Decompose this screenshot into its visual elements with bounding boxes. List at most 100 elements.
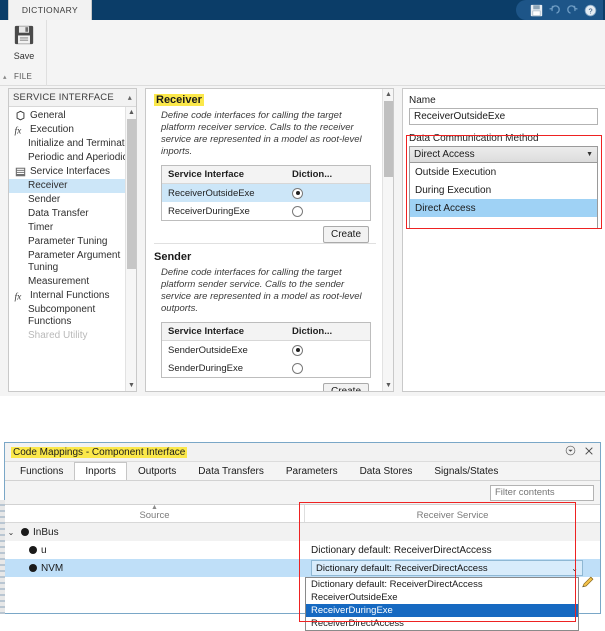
sidebar-item-general[interactable]: General: [9, 109, 136, 123]
save-icon[interactable]: [530, 4, 543, 17]
receiver-service-option[interactable]: ReceiverDirectAccess: [306, 617, 578, 630]
sidebar-item-internal-functions[interactable]: fx Internal Functions: [9, 289, 136, 303]
chevron-down-icon[interactable]: ⌄: [5, 528, 17, 537]
tab-data-transfers[interactable]: Data Transfers: [187, 462, 275, 480]
ribbon-group-file: Save FILE ▴: [0, 20, 47, 86]
sender-table: Service Interface Diction... SenderOutsi…: [161, 322, 371, 378]
receiver-table: Service Interface Diction... ReceiverOut…: [161, 165, 371, 221]
signal-dot-icon: [29, 564, 37, 572]
dcm-option[interactable]: During Execution: [410, 181, 597, 199]
quick-access-toolbar: ?: [516, 0, 603, 20]
editor-scrollbar[interactable]: ▲ ▼: [382, 89, 393, 391]
sender-col-service-interface: Service Interface: [168, 326, 245, 337]
radio-button[interactable]: [292, 344, 303, 356]
sidebar-item-label: Execution: [30, 124, 74, 135]
table-row[interactable]: u Dictionary default: ReceiverDirectAcce…: [5, 541, 600, 559]
sidebar-item-label: Timer: [28, 222, 54, 233]
filter-input[interactable]: [490, 484, 594, 501]
sender-create-button[interactable]: Create: [322, 383, 369, 391]
radio-button[interactable]: [292, 187, 303, 199]
redo-icon[interactable]: [566, 4, 579, 17]
column-header-source-label: Source: [139, 510, 170, 521]
property-fields: Name Data Communication Method Direct Ac…: [403, 89, 605, 229]
tab-dictionary[interactable]: DICTIONARY: [8, 0, 92, 20]
column-header-receiver-service[interactable]: Receiver Service: [305, 505, 600, 522]
sidebar-item-label: Parameter Argument Tuning: [28, 250, 121, 273]
sidebar-item-subcomponent-functions[interactable]: Subcomponent Functions: [9, 303, 136, 329]
ribbon-collapse-icon[interactable]: ▴: [3, 73, 7, 81]
sidebar-item-shared-utility[interactable]: Shared Utility: [9, 329, 136, 343]
dcm-option[interactable]: Direct Access: [410, 199, 597, 217]
sidebar-item-initialize-and-terminate[interactable]: Initialize and Terminate: [9, 137, 136, 151]
dcm-option[interactable]: Outside Execution: [410, 163, 597, 181]
svg-text:fx: fx: [15, 125, 23, 136]
sidebar-item-parameter-argument-tuning[interactable]: Parameter Argument Tuning: [9, 249, 136, 275]
data-communication-method-select[interactable]: Direct Access ▼: [409, 146, 598, 163]
receiver-service-option[interactable]: Dictionary default: ReceiverDirectAccess: [306, 578, 578, 591]
table-row[interactable]: SenderDuringExe: [162, 359, 370, 377]
table-row[interactable]: ReceiverOutsideExe: [162, 184, 370, 202]
sidebar-header: SERVICE INTERFACE ▴: [9, 89, 136, 107]
save-button[interactable]: Save: [8, 24, 40, 66]
code-mappings-tabs[interactable]: Functions Inports Outports Data Transfers Pa…: [5, 462, 600, 481]
sidebar-item-execution[interactable]: fx Execution: [9, 123, 136, 137]
name-input[interactable]: [409, 108, 598, 125]
receiver-create-button[interactable]: Create: [322, 226, 369, 243]
signal-dot-icon: [21, 528, 29, 536]
table-row[interactable]: NVM Dictionary default: ReceiverDirectAc…: [5, 559, 600, 577]
service-icon: [14, 166, 27, 178]
radio-button[interactable]: [292, 362, 303, 374]
tab-functions[interactable]: Functions: [9, 462, 74, 480]
receiver-col-service-interface: Service Interface: [168, 169, 245, 180]
sender-section-title: Sender: [154, 251, 192, 263]
service-interface-sidebar: SERVICE INTERFACE ▴ General fx Execution In…: [8, 88, 137, 392]
tab-parameters[interactable]: Parameters: [275, 462, 349, 480]
row-service-cell[interactable]: Dictionary default: ReceiverDirectAccess: [305, 545, 600, 556]
chevron-up-icon[interactable]: ▴: [128, 93, 132, 102]
tab-signals-states[interactable]: Signals/States: [423, 462, 509, 480]
sender-col-dictionary: Diction...: [292, 326, 333, 337]
sidebar-item-sender[interactable]: Sender: [9, 193, 136, 207]
radio-button[interactable]: [292, 205, 303, 217]
close-icon[interactable]: [584, 446, 594, 459]
sidebar-item-periodic-and-aperiodic[interactable]: Periodic and Aperiodic: [9, 151, 136, 165]
table-row[interactable]: SenderOutsideExe: [162, 341, 370, 359]
sidebar-tree[interactable]: General fx Execution Initialize and Termina…: [9, 107, 136, 391]
receiver-service-option[interactable]: ReceiverOutsideExe: [306, 591, 578, 604]
sidebar-item-receiver[interactable]: Receiver: [9, 179, 136, 193]
sender-table-header: Service Interface Diction...: [162, 323, 370, 341]
sidebar-item-label: Sender: [28, 194, 61, 205]
receiver-service-select[interactable]: Dictionary default: ReceiverDirectAccess…: [311, 560, 583, 576]
receiver-service-dropdown[interactable]: Dictionary default: ReceiverDirectAccess…: [305, 577, 579, 631]
column-header-source[interactable]: ▲ Source: [5, 504, 305, 522]
scroll-up-icon[interactable]: ▲: [126, 107, 137, 118]
chevron-down-icon: ▼: [586, 151, 593, 158]
save-large-icon: [13, 24, 35, 49]
sidebar-scrollbar[interactable]: ▲ ▼: [125, 107, 136, 391]
scroll-down-icon[interactable]: ▼: [126, 380, 137, 391]
table-row[interactable]: ReceiverDuringExe: [162, 202, 370, 220]
code-mappings-header: Code Mappings - Component Interface: [5, 443, 600, 462]
row-source-label: NVM: [41, 562, 64, 574]
receiver-service-option[interactable]: ReceiverDuringExe: [306, 604, 578, 617]
undo-icon[interactable]: [548, 4, 561, 17]
tab-data-stores[interactable]: Data Stores: [349, 462, 424, 480]
scroll-down-icon[interactable]: ▼: [383, 380, 394, 391]
sidebar-item-service-interfaces[interactable]: Service Interfaces: [9, 165, 136, 179]
edit-pencil-icon[interactable]: [581, 575, 595, 589]
scroll-up-icon[interactable]: ▲: [383, 89, 394, 100]
receiver-row-radio-cell: [286, 205, 370, 217]
dock-icon[interactable]: [565, 445, 576, 459]
table-row[interactable]: ⌄ InBus: [5, 523, 600, 541]
dcm-option-blank: [410, 217, 597, 228]
scroll-thumb[interactable]: [127, 119, 136, 269]
sidebar-item-data-transfer[interactable]: Data Transfer: [9, 207, 136, 221]
sidebar-item-parameter-tuning[interactable]: Parameter Tuning: [9, 235, 136, 249]
scroll-thumb[interactable]: [384, 101, 393, 177]
dcm-options-list[interactable]: Outside Execution During Execution Direct …: [409, 163, 598, 229]
sidebar-item-timer[interactable]: Timer: [9, 221, 136, 235]
help-icon[interactable]: ?: [584, 4, 597, 17]
tab-outports[interactable]: Outports: [127, 462, 187, 480]
sidebar-item-measurement[interactable]: Measurement: [9, 275, 136, 289]
tab-inports[interactable]: Inports: [74, 462, 127, 480]
